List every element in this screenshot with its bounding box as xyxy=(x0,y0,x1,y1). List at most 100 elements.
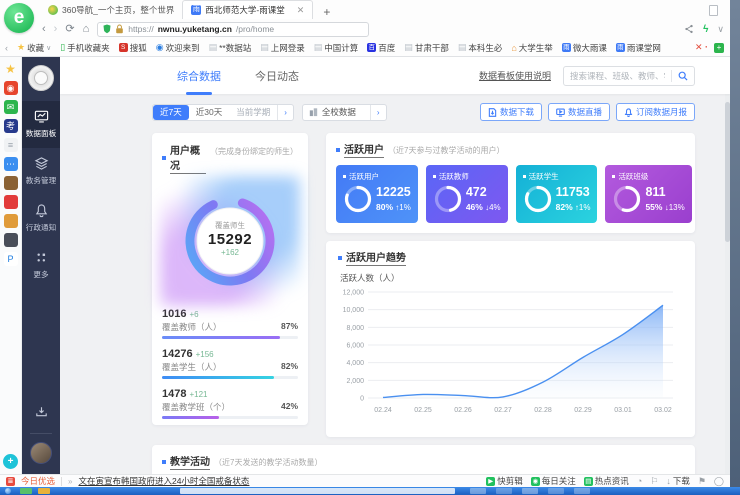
taskbar-app-6[interactable] xyxy=(548,488,564,494)
star-icon: ★ xyxy=(17,42,25,53)
bookmark-item[interactable]: 雨雨课堂网 xyxy=(616,42,661,54)
favorites-star-icon[interactable]: ★ xyxy=(4,62,18,76)
share-icon[interactable] xyxy=(684,24,694,34)
game-icon-4[interactable] xyxy=(4,233,18,247)
notes-icon[interactable]: ≡ xyxy=(4,138,18,152)
download-manager[interactable]: ↓下载 xyxy=(666,475,690,487)
sidebar-item-label: 数据面板 xyxy=(26,128,56,138)
dashboard-help-link[interactable]: 数据看板使用说明 xyxy=(479,69,551,82)
quick-edit-icon: ▶ xyxy=(486,477,495,486)
bookmark-item[interactable]: ▯手机收藏夹 xyxy=(60,42,109,54)
browser-tab-yuketang[interactable]: 雨 西北师范大学-雨课堂 ✕ xyxy=(182,0,313,19)
browser-chrome: e 360导航_一个主页，整个世界 雨 西北师范大学-雨课堂 ✕ + ‹ › ⟳… xyxy=(0,0,730,57)
donut-center: 覆盖师生 15292 +162 xyxy=(162,220,298,257)
favorites-menu[interactable]: ★ 收藏 ∨ xyxy=(17,42,51,54)
scope-control[interactable]: 全校数据 › xyxy=(302,104,387,121)
pin-icon[interactable]: ⚐ xyxy=(650,476,658,487)
accelerator-icon[interactable]: ϟ xyxy=(703,24,708,35)
news-headline-link[interactable]: 文在寅宣布韩国政府进入24小时全国戒备状态 xyxy=(78,475,249,487)
scope-chevron-icon[interactable]: › xyxy=(370,105,386,120)
daily-follow-tool[interactable]: ◉每日关注 xyxy=(531,475,576,487)
browser-360-logo-icon[interactable]: e xyxy=(4,3,34,33)
taskbar-app-3[interactable] xyxy=(470,488,486,494)
range-7days[interactable]: 近7天 xyxy=(153,105,189,120)
game-icon-1[interactable] xyxy=(4,176,18,190)
pp-video-icon[interactable]: P xyxy=(4,252,18,266)
chart-y-axis-label: 活跃人数（人） xyxy=(340,272,683,284)
home-icon[interactable]: ⌂ xyxy=(83,24,90,35)
weibo-icon[interactable]: ◉ xyxy=(4,81,18,95)
exam-card-icon[interactable]: 考 xyxy=(4,119,18,133)
sidebar-item-data-panel[interactable]: 数据面板 xyxy=(22,101,60,148)
range-semester[interactable]: 当前学期 xyxy=(229,105,277,120)
taskbar-app-2[interactable] xyxy=(38,488,50,494)
bookmark-item[interactable]: ▤本科生必 xyxy=(458,42,503,54)
refresh-icon[interactable]: ⟳ xyxy=(65,24,74,35)
game-icon-2[interactable] xyxy=(4,195,18,209)
range-30days[interactable]: 近30天 xyxy=(189,105,229,120)
close-sidebar-icon[interactable]: ✕ · xyxy=(695,42,708,53)
stat-teachers: 1016+6 覆盖教师（人）87% xyxy=(162,308,298,339)
start-button[interactable] xyxy=(5,488,11,494)
search-input[interactable] xyxy=(564,71,671,81)
mini-donut xyxy=(612,184,642,214)
taskbar-app-7[interactable] xyxy=(574,488,590,494)
stat-percent: 87% xyxy=(281,321,298,333)
collapse-left-icon[interactable]: ‹ xyxy=(5,43,8,53)
chevron-down-icon[interactable]: ∨ xyxy=(717,24,724,35)
history-icon[interactable]: ◔ xyxy=(637,476,642,486)
bookmark-item[interactable]: ▤**数据站 xyxy=(209,42,252,54)
today-pick-link[interactable]: 今日优选 xyxy=(21,475,55,487)
flag-icon[interactable]: ⚑ xyxy=(698,476,706,487)
user-avatar[interactable] xyxy=(30,442,52,464)
tab-title: 360导航_一个主页，整个世界 xyxy=(62,4,174,16)
add-app-icon[interactable]: + xyxy=(3,454,18,469)
card-change: 4% xyxy=(489,203,501,212)
bullet-icon xyxy=(162,460,166,464)
sidebar-item-more[interactable]: 更多 xyxy=(22,242,60,289)
sidebar-download-button[interactable] xyxy=(34,404,49,424)
back-icon[interactable]: ‹ xyxy=(42,24,46,35)
taskbar-app-4[interactable] xyxy=(496,488,512,494)
bookmark-item[interactable]: 雨微大雨课 xyxy=(562,42,607,54)
bookmark-item[interactable]: 百百度 xyxy=(367,42,395,54)
hot-news-tool[interactable]: ▤热点资讯 xyxy=(584,475,629,487)
svg-text:03.01: 03.01 xyxy=(614,407,632,414)
mail-icon[interactable]: ✉ xyxy=(4,100,18,114)
bookmark-item[interactable]: S搜狐 xyxy=(119,42,147,54)
taskbar-app-1[interactable] xyxy=(20,488,32,494)
bookmark-item[interactable]: ▤上网登录 xyxy=(260,42,305,54)
tab-overall-data[interactable]: 综合数据 xyxy=(177,57,221,95)
forward-icon[interactable]: › xyxy=(54,24,58,35)
search-icon[interactable] xyxy=(678,71,688,81)
data-download-button[interactable]: 数据下载 xyxy=(480,103,542,121)
section-title: 教学活动 xyxy=(170,453,210,470)
quick-edit-tool[interactable]: ▶快剪辑 xyxy=(486,475,523,487)
game-icon-3[interactable] xyxy=(4,214,18,228)
bookmark-item[interactable]: ▤中国计算 xyxy=(314,42,359,54)
search-box[interactable] xyxy=(563,66,695,86)
bookmark-item[interactable]: ▤甘肃干部 xyxy=(404,42,449,54)
browser-tab-360nav[interactable]: 360导航_一个主页，整个世界 xyxy=(40,0,182,19)
taskbar-app-5[interactable] xyxy=(522,488,538,494)
tab-close-icon[interactable]: ✕ xyxy=(297,5,305,16)
svg-text:0: 0 xyxy=(360,396,364,403)
user-overview-card: 用户概况 （完成身份绑定的师生） xyxy=(152,133,308,425)
subscribe-report-button[interactable]: 订阅数据月报 xyxy=(616,103,695,121)
data-live-button[interactable]: 数据直播 xyxy=(548,103,610,121)
chat-icon[interactable]: ⋯ xyxy=(4,157,18,171)
feedback-icon[interactable]: ◯ xyxy=(714,476,724,487)
sidebar-item-admin-notice[interactable]: 行政通知 xyxy=(22,195,60,242)
hot-news-icon: ▤ xyxy=(584,477,593,486)
address-bar[interactable]: https://nwnu.yuketang.cn/pro/home xyxy=(97,22,369,37)
bookmark-item[interactable]: ⌂大学生举 xyxy=(511,42,552,54)
donut-label: 覆盖师生 xyxy=(162,220,298,231)
tab-today-activity[interactable]: 今日动态 xyxy=(255,57,299,95)
tab-list-icon[interactable] xyxy=(709,5,718,16)
add-bookmark-icon[interactable]: + xyxy=(714,43,724,53)
bookmark-item[interactable]: ◉欢迎来到 xyxy=(156,42,200,54)
new-tab-button[interactable]: + xyxy=(319,5,334,19)
taskbar-window[interactable] xyxy=(180,488,455,494)
sidebar-item-academic-admin[interactable]: 教务管理 xyxy=(22,148,60,195)
range-chevron-icon[interactable]: › xyxy=(277,105,293,120)
